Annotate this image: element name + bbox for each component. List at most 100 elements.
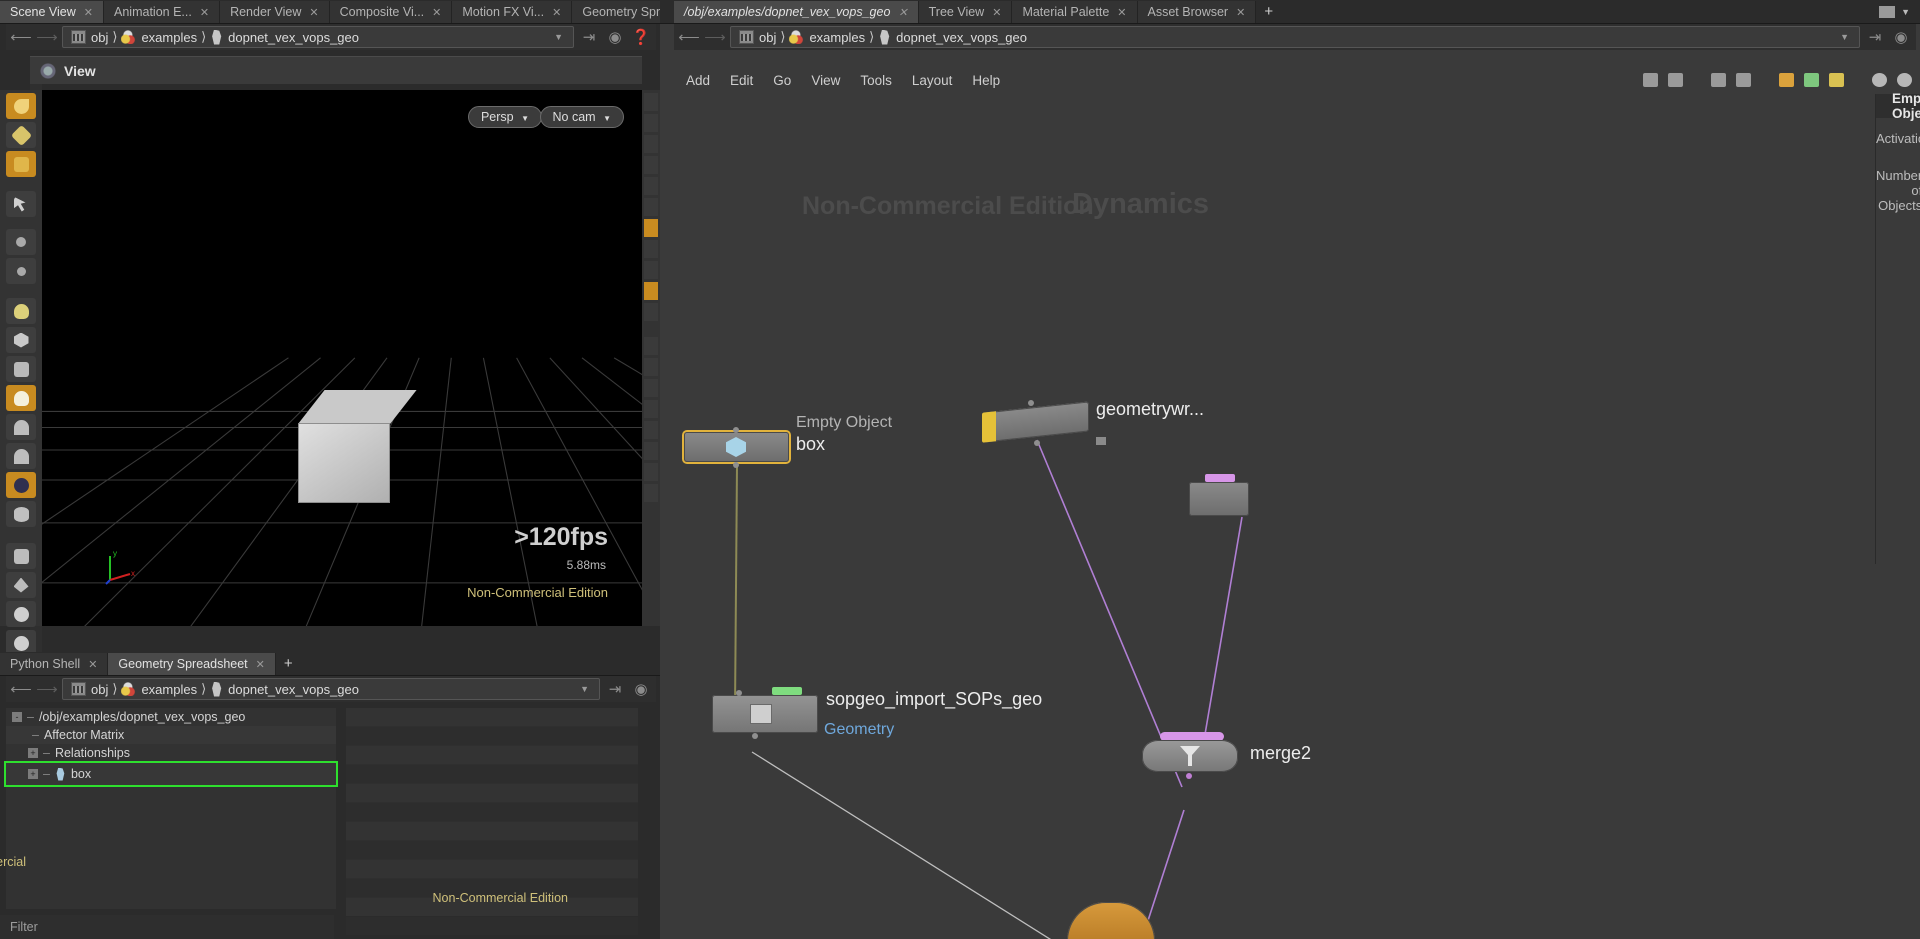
camera-mode-dropdown[interactable]: Persp ▼ — [468, 106, 542, 128]
dop-tree[interactable]: - – /obj/examples/dopnet_vex_vops_geo – … — [6, 708, 336, 909]
jump-to-icon[interactable]: ⇥ — [1864, 26, 1886, 48]
expander-icon[interactable]: + — [28, 769, 38, 779]
node-input-connector[interactable] — [736, 690, 742, 696]
jump-to-icon[interactable]: ⇥ — [578, 26, 600, 48]
filter-bar[interactable]: Filter — [0, 915, 334, 939]
node-body[interactable] — [1067, 902, 1155, 939]
tab-asset-browser[interactable]: Asset Browser ✕ — [1138, 1, 1257, 23]
add-tab-button[interactable]: + — [276, 653, 301, 675]
tool-light-bulb-icon[interactable] — [6, 385, 36, 411]
menu-go[interactable]: Go — [773, 73, 791, 88]
help-icon[interactable]: ❓ — [630, 26, 652, 48]
tab-animation-editor[interactable]: Animation E... ✕ — [104, 1, 220, 23]
tool-paint-icon[interactable] — [6, 151, 36, 177]
folder-icon[interactable] — [1829, 73, 1844, 87]
tool-eye-icon[interactable] — [6, 501, 36, 527]
node-body[interactable] — [1189, 482, 1249, 516]
tab-composite-view[interactable]: Composite Vi... ✕ — [330, 1, 453, 23]
lock-icon[interactable] — [644, 156, 658, 174]
note-icon[interactable] — [1804, 73, 1819, 87]
tool-particles-icon[interactable] — [6, 543, 36, 569]
expander-icon[interactable]: - — [12, 712, 22, 722]
pen-icon[interactable] — [644, 337, 658, 355]
menu-add[interactable]: Add — [686, 73, 710, 88]
tree-row-affector-matrix[interactable]: – Affector Matrix — [6, 726, 336, 744]
expander-icon[interactable]: + — [28, 748, 38, 758]
search-icon[interactable] — [1872, 73, 1887, 87]
node-input-connector[interactable] — [733, 427, 739, 433]
node-body[interactable] — [684, 432, 789, 462]
angle-icon[interactable] — [644, 442, 658, 460]
align-icon[interactable] — [644, 177, 658, 195]
spreadsheet-grid[interactable] — [346, 708, 638, 909]
node-input-connector[interactable] — [1028, 400, 1034, 406]
forward-arrow-icon[interactable]: ⟶ — [36, 26, 58, 48]
close-icon[interactable]: ✕ — [992, 6, 1001, 19]
view-options-icon[interactable] — [40, 63, 56, 79]
maximize-panel-icon[interactable] — [1879, 6, 1895, 18]
breadcrumb-item-dopnet[interactable]: dopnet_vex_vops_geo — [206, 30, 363, 45]
menu-view[interactable]: View — [811, 73, 840, 88]
viewport-canvas[interactable]: y x Persp ▼ No cam ▼ >120fps 5.88ms Non-… — [42, 90, 642, 626]
node-display-flag[interactable] — [1205, 474, 1235, 482]
node-unnamed[interactable] — [1189, 482, 1249, 516]
multi-snap-icon[interactable] — [644, 282, 658, 300]
tool-cloth-icon[interactable] — [6, 572, 36, 598]
close-icon[interactable]: ✕ — [309, 6, 318, 19]
menu-tools[interactable]: Tools — [860, 73, 892, 88]
close-icon[interactable]: ✕ — [1236, 6, 1245, 19]
forward-arrow-icon[interactable]: ⟶ — [36, 678, 58, 700]
menu-edit[interactable]: Edit — [730, 73, 753, 88]
vector-icon[interactable] — [644, 484, 658, 502]
sculpt-icon[interactable] — [644, 379, 658, 397]
tool-wire-icon[interactable] — [6, 356, 36, 382]
chevron-down-icon[interactable]: ▼ — [1901, 7, 1910, 17]
tool-fluid-icon[interactable] — [6, 601, 36, 627]
menu-help[interactable]: Help — [972, 73, 1000, 88]
chevron-down-icon[interactable]: ▼ — [548, 32, 569, 42]
tab-geometry-spreadsheet[interactable]: Geometry Spreadsheet ✕ — [108, 653, 275, 675]
close-icon[interactable]: ✕ — [552, 6, 561, 19]
subdiv-icon[interactable] — [644, 421, 658, 439]
breadcrumb-item-dopnet[interactable]: dopnet_vex_vops_geo — [206, 682, 363, 697]
node-output-partial[interactable] — [1067, 902, 1155, 939]
circle-icon[interactable] — [644, 198, 658, 216]
node-output-connector[interactable] — [752, 733, 758, 739]
tool-rotate-icon[interactable] — [6, 258, 36, 284]
display-options-icon[interactable] — [644, 93, 658, 111]
breadcrumb-item-obj[interactable]: obj — [735, 30, 780, 45]
target-icon[interactable]: ◉ — [604, 26, 626, 48]
point-snap-icon[interactable] — [644, 240, 658, 258]
grid-icon[interactable] — [644, 135, 658, 153]
node-body[interactable] — [1142, 740, 1238, 772]
node-merge2[interactable]: merge2 — [1142, 740, 1238, 772]
forward-arrow-icon[interactable]: ⟶ — [704, 26, 726, 48]
chevron-down-icon[interactable]: ▼ — [574, 684, 595, 694]
node-template-flag[interactable] — [772, 687, 802, 695]
breadcrumb[interactable]: obj ⟩ examples ⟩ dopnet_vex_vops_geo ▼ — [62, 26, 574, 48]
breadcrumb-item-dopnet[interactable]: dopnet_vex_vops_geo — [874, 30, 1031, 45]
close-icon[interactable]: ✕ — [88, 658, 97, 671]
tree-row-box[interactable]: + – box — [6, 763, 336, 785]
breadcrumb-item-examples[interactable]: examples — [117, 30, 201, 45]
snap-icon[interactable] — [644, 219, 658, 237]
tab-material-palette[interactable]: Material Palette ✕ — [1012, 1, 1137, 23]
back-arrow-icon[interactable]: ⟵ — [678, 26, 700, 48]
breadcrumb-item-obj[interactable]: obj — [67, 682, 112, 697]
snapshot-icon[interactable] — [644, 114, 658, 132]
breadcrumb-item-examples[interactable]: examples — [785, 30, 869, 45]
close-icon[interactable]: ✕ — [1117, 6, 1126, 19]
target-icon[interactable]: ◉ — [1890, 26, 1912, 48]
chevron-down-icon[interactable]: ▼ — [1834, 32, 1855, 42]
breadcrumb[interactable]: obj ⟩ examples ⟩ dopnet_vex_vops_geo ▼ — [730, 26, 1860, 48]
node-output-connector[interactable] — [733, 462, 739, 468]
tool-move-icon[interactable] — [6, 229, 36, 255]
settings-gear-icon[interactable] — [1897, 73, 1912, 87]
tab-motion-fx-view[interactable]: Motion FX Vi... ✕ — [452, 1, 572, 23]
tab-dopnet-network[interactable]: /obj/examples/dopnet_vex_vops_geo ✕ — [674, 1, 919, 23]
node-output-connector[interactable] — [1034, 440, 1040, 446]
close-icon[interactable]: ✕ — [432, 6, 441, 19]
node-body[interactable] — [984, 401, 1089, 442]
tool-handle-icon[interactable] — [6, 93, 36, 119]
back-arrow-icon[interactable]: ⟵ — [10, 26, 32, 48]
